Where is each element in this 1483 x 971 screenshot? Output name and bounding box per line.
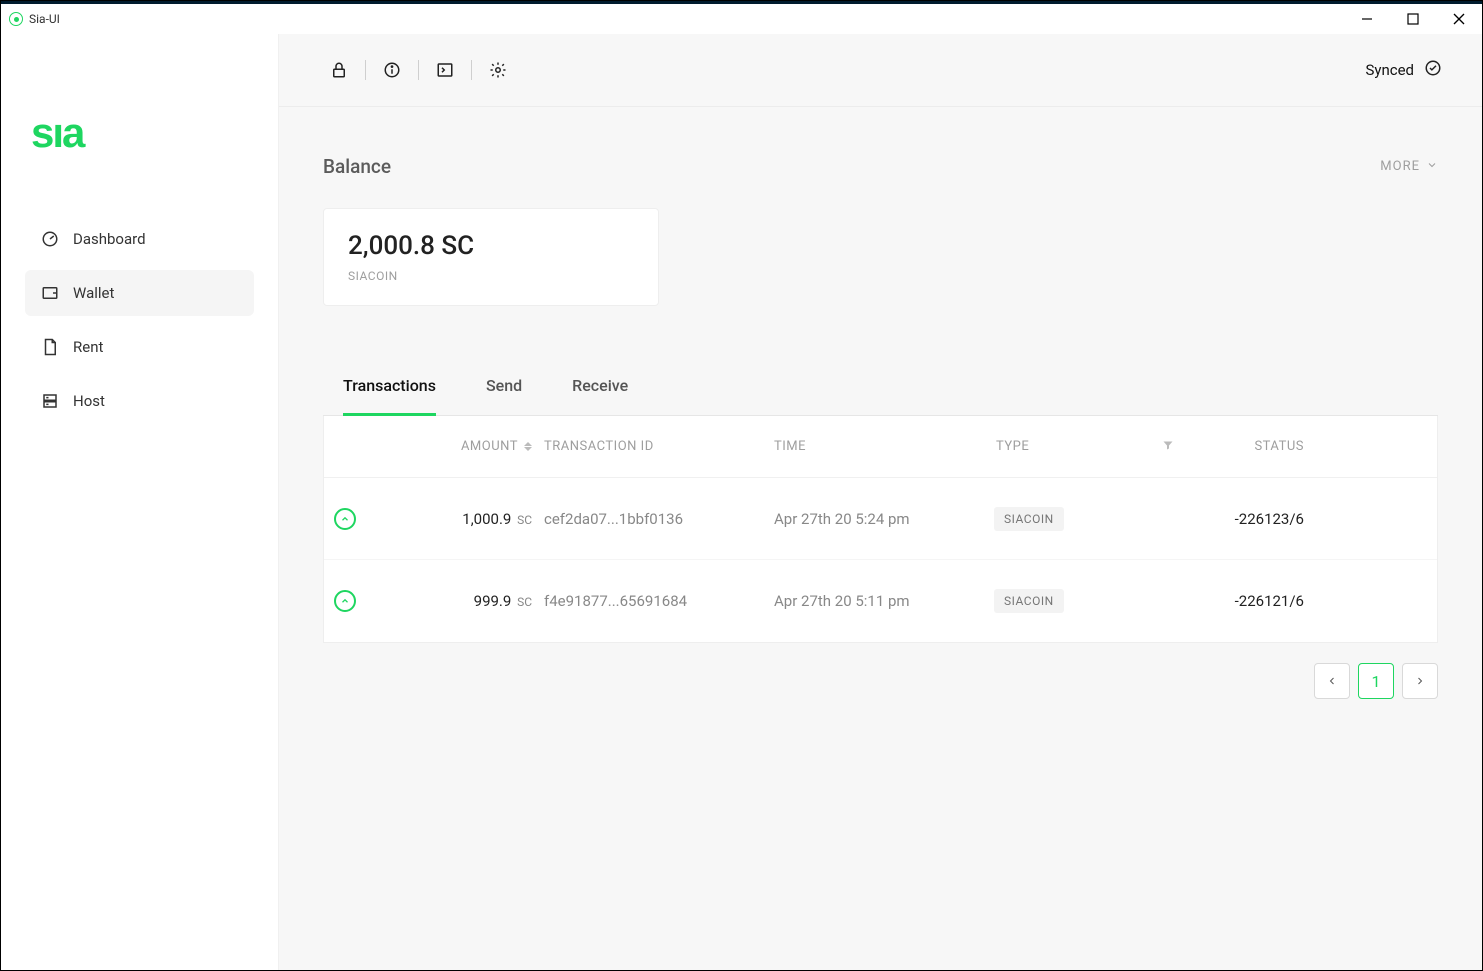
incoming-icon <box>334 508 356 530</box>
table-row[interactable]: 1,000.9 SC cef2da07...1bbf0136 Apr 27th … <box>324 478 1437 560</box>
balance-amount: 2,000.8 SC <box>348 231 634 261</box>
lock-icon[interactable] <box>319 61 359 79</box>
pagination: 1 <box>323 663 1438 699</box>
sync-status-label: Synced <box>1365 61 1414 79</box>
cell-txid: cef2da07...1bbf0136 <box>544 510 774 528</box>
sidebar-item-wallet[interactable]: Wallet <box>25 270 254 316</box>
col-time[interactable]: TIME <box>774 439 994 454</box>
cell-time: Apr 27th 20 5:24 pm <box>774 510 994 528</box>
page-number-button[interactable]: 1 <box>1358 663 1394 699</box>
sidebar-item-label: Rent <box>73 338 103 356</box>
table-row[interactable]: 999.9 SC f4e91877...65691684 Apr 27th 20… <box>324 560 1437 642</box>
sort-icon <box>524 442 532 451</box>
col-amount[interactable]: AMOUNT <box>394 439 544 454</box>
cell-status: -226123/6 <box>1194 510 1324 528</box>
cell-amount: 1,000.9 SC <box>394 510 544 528</box>
tabs: Transactions Send Receive <box>323 366 1438 416</box>
balance-unit-label: SIACOIN <box>348 269 634 283</box>
window-titlebar: Sia-UI <box>1 1 1482 34</box>
divider <box>365 60 366 80</box>
server-icon <box>41 392 59 410</box>
terminal-icon[interactable] <box>425 61 465 79</box>
cell-time: Apr 27th 20 5:11 pm <box>774 592 994 610</box>
cell-status: -226121/6 <box>1194 592 1324 610</box>
sidebar-item-label: Dashboard <box>73 230 146 248</box>
cell-type: SIACOIN <box>994 589 1194 613</box>
sidebar-item-host[interactable]: Host <box>25 378 254 424</box>
cell-type: SIACOIN <box>994 507 1194 531</box>
balance-heading: Balance <box>323 155 391 178</box>
gauge-icon <box>41 230 59 248</box>
col-type[interactable]: TYPE <box>994 439 1194 455</box>
wallet-icon <box>41 284 59 302</box>
incoming-icon <box>334 590 356 612</box>
page-next-button[interactable] <box>1402 663 1438 699</box>
table-header: AMOUNT TRANSACTION ID TIME TYPE STATUS <box>324 416 1437 478</box>
window-minimize-button[interactable] <box>1344 4 1390 34</box>
tab-send[interactable]: Send <box>486 366 522 415</box>
window-title: Sia-UI <box>29 12 60 26</box>
sidebar-item-rent[interactable]: Rent <box>25 324 254 370</box>
col-txid[interactable]: TRANSACTION ID <box>544 439 774 454</box>
info-icon[interactable] <box>372 61 412 79</box>
transactions-table: AMOUNT TRANSACTION ID TIME TYPE STATUS <box>323 416 1438 643</box>
sia-logo: sıa <box>31 109 278 161</box>
cell-txid: f4e91877...65691684 <box>544 592 774 610</box>
col-status[interactable]: STATUS <box>1194 439 1324 454</box>
app-icon <box>9 12 23 26</box>
svg-text:sıa: sıa <box>31 109 86 156</box>
divider <box>471 60 472 80</box>
divider <box>418 60 419 80</box>
chevron-down-icon <box>1426 159 1438 175</box>
sidebar: sıa Dashboard Wallet Rent <box>1 34 279 970</box>
window-maximize-button[interactable] <box>1390 4 1436 34</box>
topbar: Synced <box>279 34 1482 107</box>
main-content: Synced Balance MORE 2,000.8 SC SIACOIN <box>279 34 1482 970</box>
check-circle-icon <box>1424 59 1442 81</box>
balance-card: 2,000.8 SC SIACOIN <box>323 208 659 306</box>
file-icon <box>41 338 59 356</box>
window-close-button[interactable] <box>1436 4 1482 34</box>
cell-amount: 999.9 SC <box>394 592 544 610</box>
more-label: MORE <box>1380 159 1420 174</box>
page-prev-button[interactable] <box>1314 663 1350 699</box>
sidebar-item-label: Host <box>73 392 105 410</box>
sidebar-item-dashboard[interactable]: Dashboard <box>25 216 254 262</box>
sidebar-item-label: Wallet <box>73 284 114 302</box>
gear-icon[interactable] <box>478 61 518 79</box>
tab-receive[interactable]: Receive <box>572 366 628 415</box>
tab-transactions[interactable]: Transactions <box>343 366 436 416</box>
more-button[interactable]: MORE <box>1380 159 1438 175</box>
filter-icon <box>1162 439 1174 455</box>
